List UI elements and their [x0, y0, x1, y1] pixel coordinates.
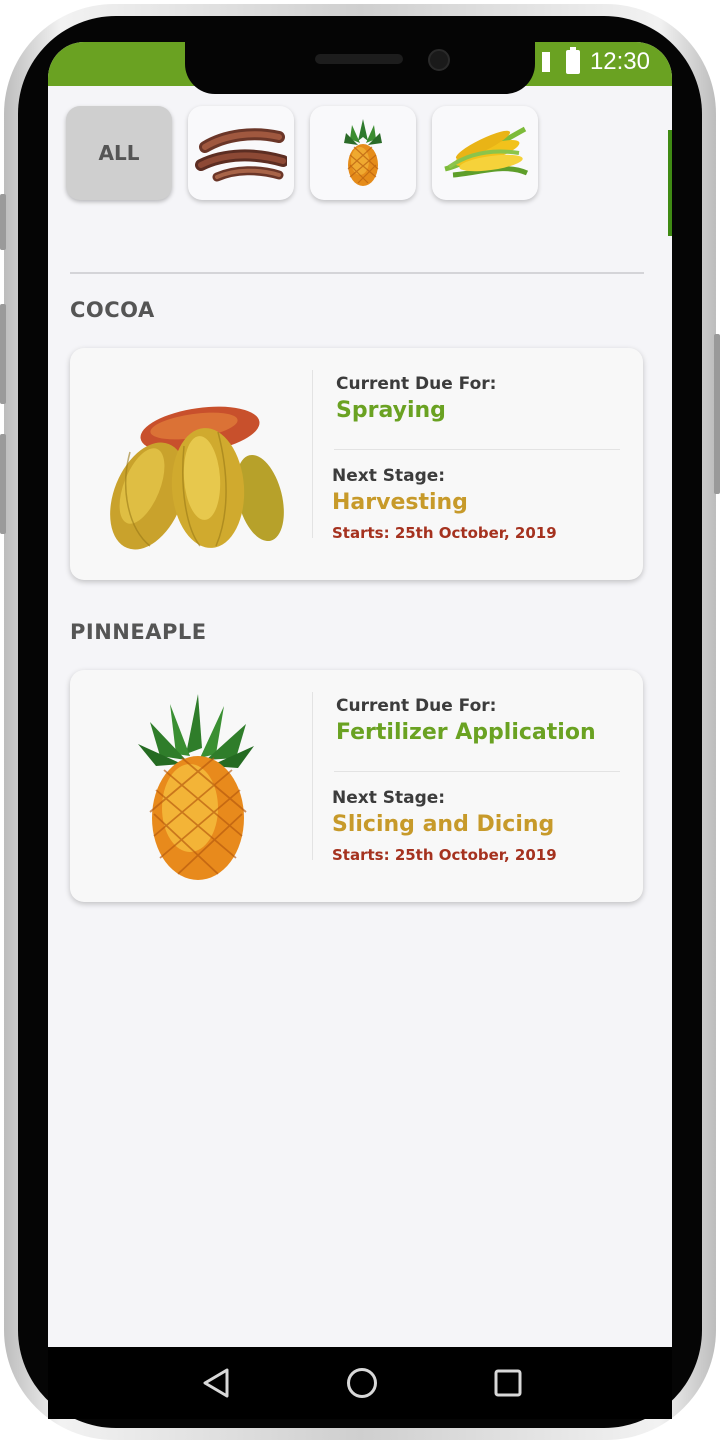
power-button: [714, 334, 720, 494]
card-vertical-divider: [312, 692, 313, 860]
phone-notch: [185, 40, 535, 94]
pineapple-icon: [344, 119, 382, 186]
next-stage-value: Slicing and Dicing: [332, 812, 555, 837]
app-screen: 12:30 ALL COCOA Current Due For: Sprayin…: [48, 42, 672, 1347]
corn-icon: [444, 126, 529, 178]
battery-icon: [565, 47, 580, 74]
status-right: 12:30: [541, 47, 650, 76]
tab-pineapple[interactable]: [310, 106, 416, 200]
tab-cassava[interactable]: [188, 106, 294, 200]
status-time: 12:30: [589, 48, 650, 75]
current-due-label: Current Due For:: [336, 374, 497, 394]
pineapple-image: [138, 694, 254, 880]
crop-card-cocoa[interactable]: Current Due For: Spraying Next Stage: Ha…: [70, 348, 643, 580]
next-stage-value: Harvesting: [332, 490, 468, 515]
volume-down-button: [0, 434, 6, 534]
status-edge: [668, 130, 672, 236]
volume-up-button: [0, 304, 6, 404]
cocoa-pods-image: [110, 406, 284, 550]
signal-icon: [541, 52, 550, 72]
main-content: ALL COCOA Current Due For: Spraying Next…: [48, 86, 672, 1347]
next-stage-label: Next Stage:: [332, 466, 446, 486]
crop-card-pineapple[interactable]: Current Due For: Fertilizer Application …: [70, 670, 643, 902]
card-vertical-divider: [312, 370, 313, 538]
start-date: Starts: 25th October, 2019: [332, 846, 557, 864]
recents-icon[interactable]: [494, 1369, 522, 1397]
cassava-icon: [195, 128, 287, 182]
home-icon[interactable]: [346, 1367, 378, 1399]
current-due-value: Fertilizer Application: [336, 720, 596, 745]
start-date: Starts: 25th October, 2019: [332, 524, 557, 542]
current-due-value: Spraying: [336, 398, 446, 423]
earpiece-speaker: [315, 54, 403, 64]
card-horizontal-divider: [334, 449, 620, 450]
back-icon[interactable]: [201, 1367, 231, 1399]
tab-corn[interactable]: [432, 106, 538, 200]
section-title-pineapple: PINNEAPLE: [70, 620, 207, 644]
section-title-cocoa: COCOA: [70, 298, 155, 322]
tab-all[interactable]: ALL: [66, 106, 172, 200]
next-stage-label: Next Stage:: [332, 788, 446, 808]
tabs-divider: [70, 272, 644, 274]
filter-tabs: ALL: [66, 106, 538, 200]
current-due-label: Current Due For:: [336, 696, 497, 716]
tab-all-label: ALL: [98, 141, 140, 165]
front-camera: [428, 49, 450, 71]
android-nav-bar: [48, 1347, 672, 1419]
side-button: [0, 194, 6, 250]
card-horizontal-divider: [334, 771, 620, 772]
